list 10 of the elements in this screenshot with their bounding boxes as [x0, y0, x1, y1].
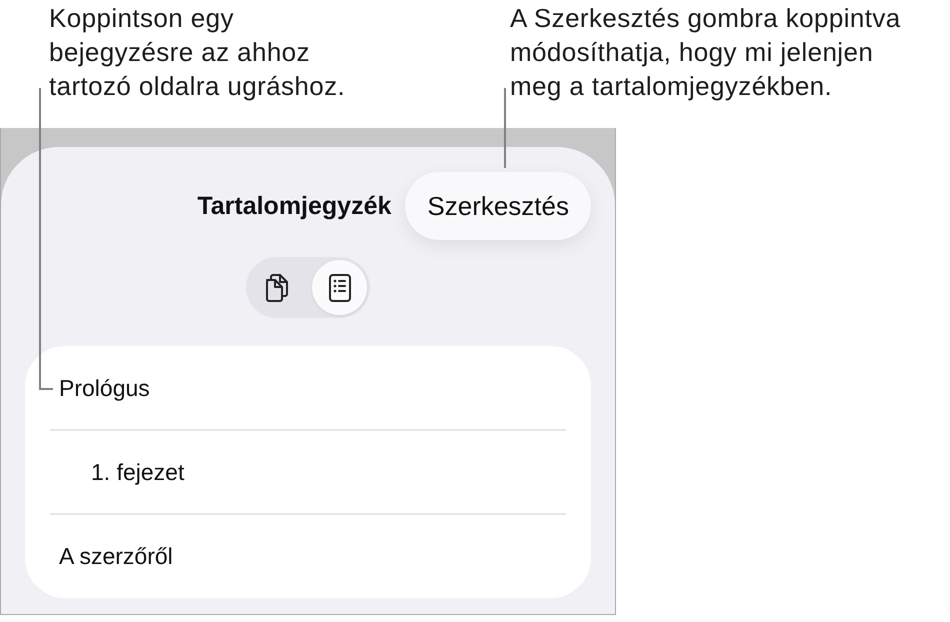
contents-entry[interactable]: 1. fejezet: [25, 431, 591, 513]
edit-button[interactable]: Szerkesztés: [405, 172, 591, 240]
contents-entry[interactable]: Prológus: [25, 347, 591, 429]
callout-text: A Szerkesztés gombra koppintva módosíthatja, hogy mi jelenjen meg a tartalomjegyzékben.: [510, 2, 901, 103]
list-icon: [328, 274, 350, 302]
contents-entry[interactable]: A szerzőről: [25, 515, 591, 597]
contents-view-button[interactable]: [312, 260, 367, 315]
callout-text: Koppintson egy bejegyzésre az ahhoz tartozó oldalra ugráshoz.: [49, 2, 346, 103]
sheet-title: Tartalomjegyzék: [197, 192, 392, 220]
pages-icon: [264, 272, 290, 302]
